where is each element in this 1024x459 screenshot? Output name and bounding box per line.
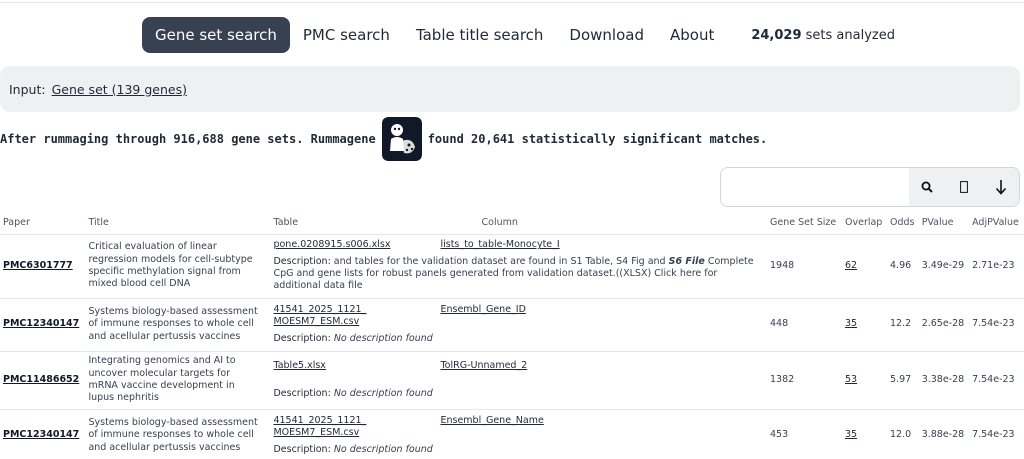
table-column-cell: Table5.xlsx TolRG-Unnamed_2 Description:…	[270, 351, 767, 410]
description: Description: No description found	[273, 444, 764, 456]
description: Description: No description found	[273, 333, 764, 345]
table-row: PMC6301777 Critical evaluation of linear…	[0, 234, 1024, 299]
nav-pmc-search[interactable]: PMC search	[290, 17, 403, 53]
pvalue-cell: 3.49e-29	[918, 234, 970, 299]
paper-cell: PMC6301777	[0, 234, 86, 299]
table-column-cell: 41541_2025_1121_MOESM7_ESM.csv Ensembl_G…	[270, 409, 767, 459]
pvalue-cell: 2.65e-28	[918, 298, 970, 352]
adjpvalue-cell: 2.71e-23	[969, 234, 1024, 299]
table-column-cell: pone.0208915.s006.xlsx lists_to_table-Mo…	[270, 234, 767, 299]
odds-cell: 5.97	[887, 351, 919, 410]
paper-link[interactable]: PMC6301777	[3, 260, 73, 271]
table-column-cell: 41541_2025_1121_MOESM7_ESM.csv Ensembl_G…	[270, 298, 767, 352]
nav-download[interactable]: Download	[556, 17, 657, 53]
pvalue-cell: 3.88e-28	[918, 409, 970, 459]
filter-icon[interactable]	[952, 175, 976, 199]
header-title[interactable]: Title	[85, 212, 271, 235]
table-file-link[interactable]: pone.0208915.s006.xlsx	[273, 239, 440, 251]
gene-set-size-cell: 448	[766, 298, 842, 352]
description-none: No description found	[333, 388, 433, 399]
header-adjpvalue[interactable]: AdjPValue	[969, 212, 1024, 235]
nav-about[interactable]: About	[657, 17, 727, 53]
input-label: Input:	[9, 81, 46, 97]
column-link[interactable]: lists_to_table-Monocyte_I	[440, 239, 559, 251]
description-label: Description:	[273, 388, 331, 399]
nav-table-title-search[interactable]: Table title search	[403, 17, 556, 53]
column-link[interactable]: Ensembl_Gene_ID	[440, 304, 525, 329]
search-icon[interactable]	[915, 175, 939, 199]
table-file-link[interactable]: 41541_2025_1121_MOESM7_ESM.csv	[273, 304, 373, 329]
paper-link[interactable]: PMC11486652	[3, 374, 79, 385]
header-odds[interactable]: Odds	[887, 212, 919, 235]
description-label: Description:	[273, 332, 331, 344]
table-file-link[interactable]: 41541_2025_1121_MOESM7_ESM.csv	[273, 415, 373, 440]
pvalue-cell: 3.38e-28	[918, 351, 970, 410]
overlap-cell: 62	[842, 234, 888, 299]
gene-set-link[interactable]: Gene set (139 genes)	[52, 82, 187, 97]
column-link[interactable]: TolRG-Unnamed_2	[440, 360, 527, 372]
column-link[interactable]: Ensembl_Gene_Name	[440, 415, 543, 440]
gene-set-size-cell: 453	[766, 409, 842, 459]
title-cell: Systems biology-based assessment of immu…	[85, 298, 271, 352]
adjpvalue-cell: 7.54e-23	[969, 409, 1024, 459]
overlap-link[interactable]: 62	[845, 260, 857, 271]
adjpvalue-cell: 7.54e-23	[969, 298, 1024, 352]
description: Description: No description found	[273, 388, 764, 400]
gene-set-size-cell: 1948	[766, 234, 842, 299]
paper-cell: PMC11486652	[0, 351, 86, 410]
header-overlap[interactable]: Overlap	[842, 212, 888, 235]
paper-link[interactable]: PMC12340147	[3, 429, 79, 440]
sets-analyzed-stat: 24,029 sets analyzed	[751, 28, 895, 43]
results-summary: After rummaging through 916,688 gene set…	[0, 117, 767, 161]
description-label: Description:	[273, 255, 331, 267]
description-emphasis: S6 File	[668, 255, 705, 267]
summary-before-text: After rummaging through 916,688 gene set…	[0, 132, 376, 146]
overlap-cell: 35	[842, 409, 888, 459]
description-label: Description:	[273, 443, 331, 455]
title-cell: Critical evaluation of linear regression…	[85, 234, 271, 299]
top-divider	[0, 2, 1024, 3]
paper-cell: PMC12340147	[0, 298, 86, 352]
summary-after-text: found 20,641 statistically significant m…	[427, 132, 768, 146]
overlap-cell: 53	[842, 351, 888, 410]
table-file-link[interactable]: Table5.xlsx	[273, 360, 440, 372]
nav-gene-set-search[interactable]: Gene set search	[142, 17, 290, 53]
results-table: Paper Title Table Column Gene Set Size O…	[0, 212, 1024, 459]
header-pvalue[interactable]: PValue	[918, 212, 970, 235]
results-search-bar	[720, 167, 1020, 207]
adjpvalue-cell: 7.54e-23	[969, 351, 1024, 410]
paper-cell: PMC12340147	[0, 409, 86, 459]
header-table[interactable]: Table	[270, 212, 479, 235]
overlap-link[interactable]: 53	[845, 374, 857, 385]
table-row: PMC12340147 Systems biology-based assess…	[0, 409, 1024, 459]
description: Description: and tables for the validati…	[273, 256, 764, 293]
sets-analyzed-count: 24,029	[751, 27, 802, 43]
header-gene-set-size[interactable]: Gene Set Size	[766, 212, 842, 235]
input-summary-bar: Input: Gene set (139 genes)	[0, 66, 1020, 112]
table-row: PMC11486652 Integrating genomics and AI …	[0, 351, 1024, 410]
description-none: No description found	[333, 443, 433, 455]
paper-link[interactable]: PMC12340147	[3, 318, 79, 329]
rummagene-logo-icon	[381, 117, 422, 161]
description-none: No description found	[333, 332, 433, 344]
table-header-row: Paper Title Table Column Gene Set Size O…	[0, 212, 1024, 235]
odds-cell: 12.0	[887, 409, 919, 459]
results-search-input[interactable]	[721, 168, 909, 206]
sets-analyzed-label: sets analyzed	[801, 27, 895, 43]
main-nav: Gene set search PMC search Table title s…	[142, 17, 895, 53]
table-row: PMC12340147 Systems biology-based assess…	[0, 298, 1024, 352]
overlap-cell: 35	[842, 298, 888, 352]
overlap-link[interactable]: 35	[845, 429, 857, 440]
odds-cell: 4.96	[887, 234, 919, 299]
header-column[interactable]: Column	[478, 212, 767, 235]
odds-cell: 12.2	[887, 298, 919, 352]
download-icon[interactable]	[989, 175, 1013, 199]
search-actions	[909, 168, 1019, 206]
title-cell: Integrating genomics and AI to uncover m…	[85, 351, 271, 410]
overlap-link[interactable]: 35	[845, 318, 857, 329]
description-text-1: and tables for the validation dataset ar…	[330, 255, 669, 267]
gene-set-size-cell: 1382	[766, 351, 842, 410]
header-paper[interactable]: Paper	[0, 212, 86, 235]
title-cell: Systems biology-based assessment of immu…	[85, 409, 271, 459]
